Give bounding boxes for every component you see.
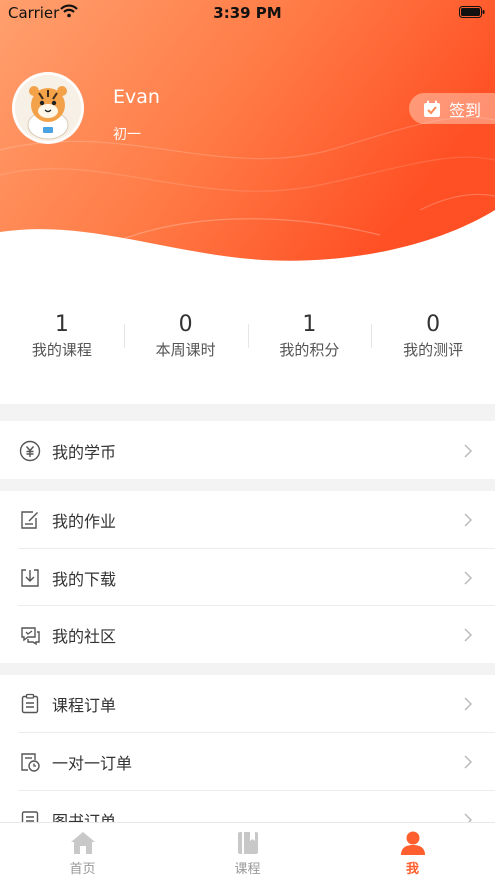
section-gap	[0, 404, 495, 421]
tab-me[interactable]: 我	[330, 823, 495, 881]
clock-document-icon	[21, 752, 40, 772]
header-wave-background	[0, 0, 495, 261]
stat-value: 0	[178, 312, 193, 337]
profile-screen: Carrier 3:39 PM Evan 初一 签到 1 我的课程 0 本周课时…	[0, 0, 495, 881]
user-name: Evan	[113, 86, 160, 108]
tiger-avatar-icon	[15, 75, 81, 141]
stat-value: 1	[54, 312, 69, 337]
menu-item-community[interactable]: 我的社区	[0, 606, 495, 663]
chevron-right-icon	[464, 754, 473, 769]
book-icon	[237, 832, 258, 854]
menu-item-coins[interactable]: 我的学币	[0, 422, 495, 479]
status-bar: Carrier 3:39 PM	[0, 0, 495, 26]
menu-item-one-on-one-orders[interactable]: 一对一订单	[0, 733, 495, 790]
chevron-right-icon	[464, 512, 473, 527]
battery-icon	[459, 6, 485, 18]
stats-row: 1 我的课程 0 本周课时 1 我的积分 0 我的测评	[0, 310, 495, 370]
user-grade: 初一	[113, 127, 141, 143]
avatar[interactable]	[12, 72, 84, 144]
checkin-label: 签到	[449, 100, 482, 120]
stat-my-assessments[interactable]: 0 我的测评	[371, 310, 495, 370]
menu-label: 课程订单	[52, 695, 117, 715]
download-icon	[21, 568, 39, 587]
menu-item-homework[interactable]: 我的作业	[0, 491, 495, 548]
chevron-right-icon	[464, 696, 473, 711]
coin-icon	[19, 440, 41, 461]
tab-courses[interactable]: 课程	[165, 823, 330, 881]
tab-label: 课程	[234, 862, 261, 877]
menu-item-downloads[interactable]: 我的下载	[0, 549, 495, 606]
stat-value: 0	[426, 312, 441, 337]
tab-label: 首页	[69, 862, 96, 877]
chevron-right-icon	[464, 570, 473, 585]
clipboard-icon	[21, 693, 39, 713]
menu-label: 我的下载	[52, 569, 117, 589]
tab-home[interactable]: 首页	[0, 823, 165, 881]
checkin-button[interactable]: 签到	[409, 93, 495, 124]
stat-my-points[interactable]: 1 我的积分	[247, 310, 372, 370]
tab-label: 我	[405, 862, 419, 877]
menu-label: 一对一订单	[52, 753, 133, 773]
stat-my-courses[interactable]: 1 我的课程	[0, 310, 124, 370]
profile-header: Carrier 3:39 PM Evan 初一 签到	[0, 0, 495, 275]
stat-label: 我的测评	[403, 341, 464, 359]
tab-bar: 首页 课程 我	[0, 822, 495, 881]
section-gap	[0, 479, 495, 491]
menu-label: 我的学币	[52, 442, 117, 462]
stat-label: 我的课程	[31, 341, 92, 359]
menu-label: 我的社区	[52, 626, 117, 646]
chevron-right-icon	[464, 443, 473, 458]
stat-label: 我的积分	[279, 341, 340, 359]
user-icon	[400, 831, 425, 855]
section-gap	[0, 663, 495, 675]
chat-bubbles-icon	[21, 626, 40, 645]
calendar-check-icon	[424, 100, 440, 117]
menu-item-course-orders[interactable]: 课程订单	[0, 675, 495, 732]
stat-value: 1	[302, 312, 317, 337]
stat-week-hours[interactable]: 0 本周课时	[123, 310, 248, 370]
edit-note-icon	[21, 510, 38, 529]
menu-label: 我的作业	[52, 511, 117, 531]
chevron-right-icon	[464, 627, 473, 642]
stat-label: 本周课时	[155, 341, 216, 359]
home-icon	[70, 832, 95, 854]
clock: 3:39 PM	[213, 4, 282, 22]
